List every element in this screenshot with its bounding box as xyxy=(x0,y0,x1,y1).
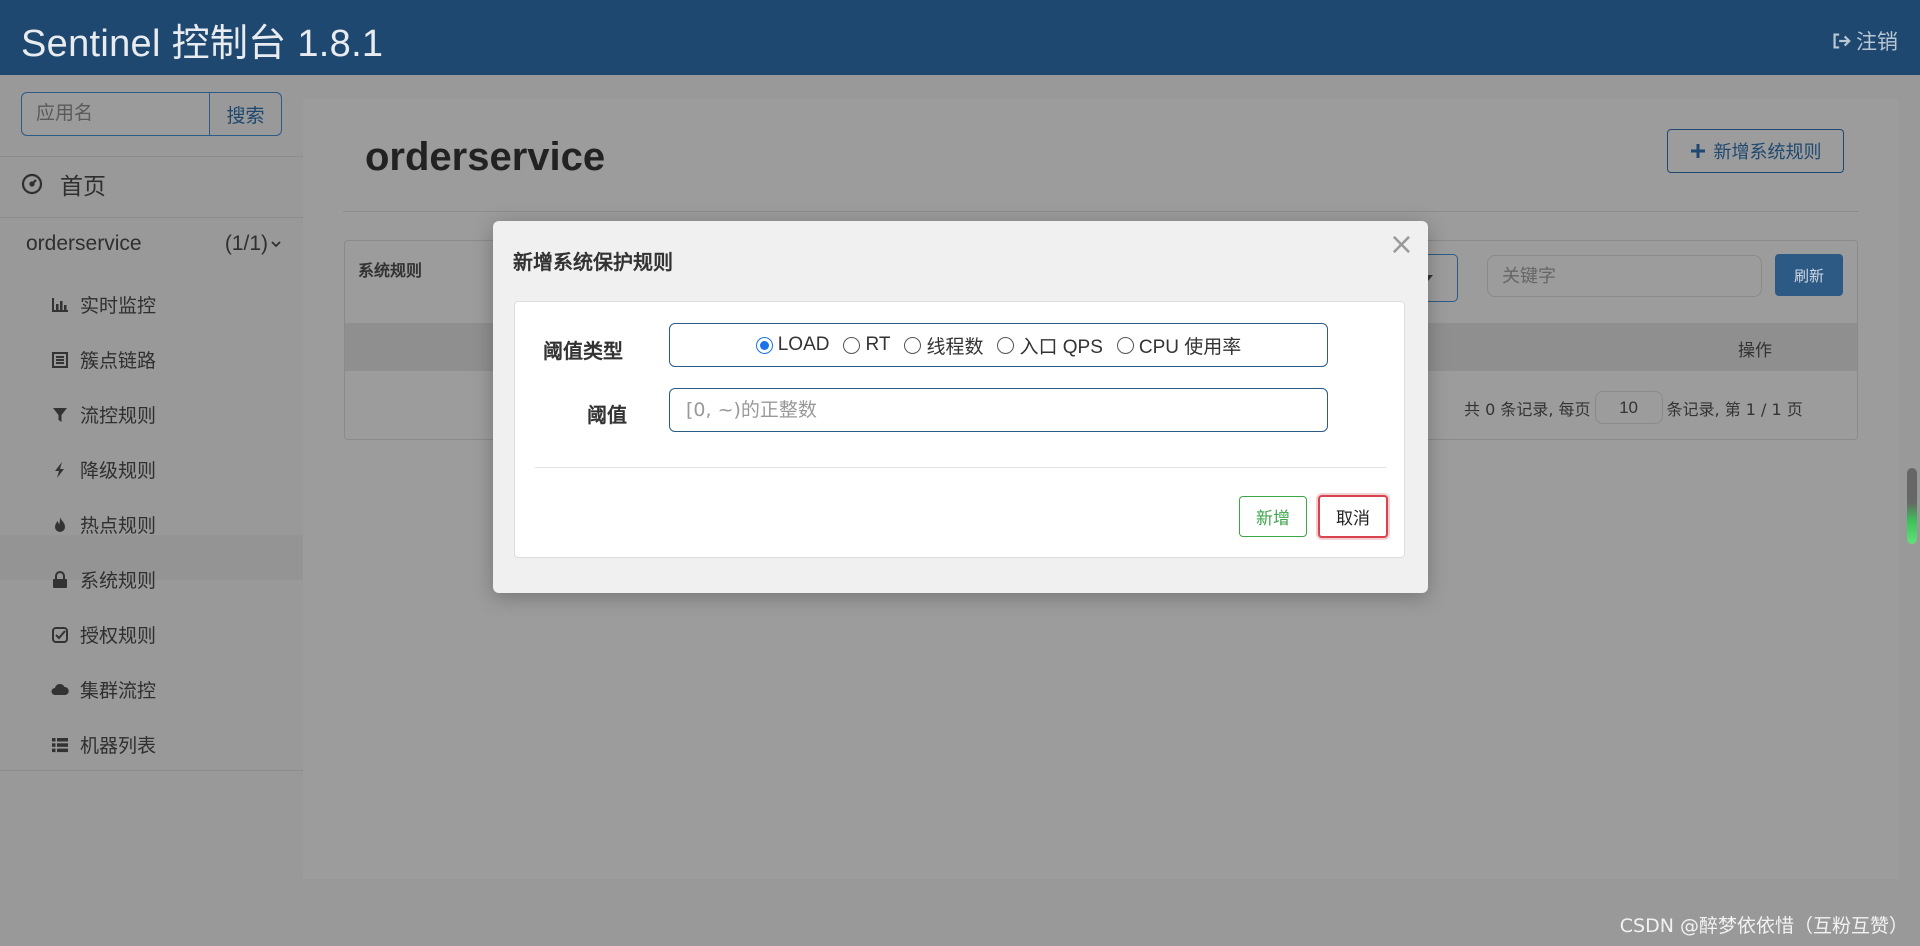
lock-icon xyxy=(53,570,67,588)
watermark-text: CSDN @醉梦依依惜（互粉互赞） xyxy=(1619,915,1908,937)
radio-label: RT xyxy=(865,334,891,355)
sidebar-item-label: 降级规则 xyxy=(80,461,157,482)
sidebar-divider xyxy=(0,156,303,157)
app-search: 搜索 xyxy=(21,92,282,136)
sign-out-icon xyxy=(1833,33,1851,49)
list-alt-icon xyxy=(52,351,68,368)
sidebar-item-label: 授权规则 xyxy=(80,626,157,647)
radio-button[interactable] xyxy=(904,336,922,354)
sidebar-item-machine-list[interactable]: 机器列表 xyxy=(50,731,156,758)
sidebar-item-degrade-rules[interactable]: 降级规则 xyxy=(50,456,156,483)
app-title[interactable]: Sentinel 控制台 1.8.1 xyxy=(21,12,383,67)
fire-icon xyxy=(55,516,65,532)
sidebar-item-cluster-link[interactable]: 簇点链路 xyxy=(50,346,156,373)
logout-label: 注销 xyxy=(1856,31,1898,54)
sidebar-item-label: 系统规则 xyxy=(80,571,157,592)
sidebar-item-hotspot-rules[interactable]: 热点规则 xyxy=(50,511,156,538)
sidebar-divider xyxy=(0,770,303,771)
app-instance-count: (1/1) xyxy=(224,232,268,255)
confirm-add-button[interactable]: 新增 xyxy=(1239,496,1307,537)
keyword-search-input[interactable] xyxy=(1487,255,1762,297)
sidebar-item-label: 热点规则 xyxy=(80,516,157,537)
logout-link[interactable]: 注销 xyxy=(1830,26,1898,56)
radio-option-rt[interactable]: RT xyxy=(843,334,890,356)
panel-title: 系统规则 xyxy=(358,261,423,280)
sidebar-item-home[interactable]: 首页 xyxy=(20,167,106,201)
app-name: orderservice xyxy=(26,232,142,255)
cancel-button[interactable]: 取消 xyxy=(1318,495,1388,538)
pagination-suffix: 条记录, 第 1 / 1 页 xyxy=(1666,399,1803,419)
sidebar-item-label: 实时监控 xyxy=(80,296,157,317)
threshold-type-radio-group: LOAD RT 线程数 入口 QPS CPU 使用率 xyxy=(669,323,1328,367)
radio-label: 线程数 xyxy=(926,336,984,358)
page-size-input[interactable] xyxy=(1594,391,1663,424)
app-search-button[interactable]: 搜索 xyxy=(209,92,282,136)
close-icon[interactable]: × xyxy=(1389,227,1414,262)
add-system-rule-dialog: 新增系统保护规则 × 阈值类型 LOAD RT 线程数 入口 QPS CPU 使… xyxy=(493,221,1428,593)
add-system-rule-button[interactable]: 新增系统规则 xyxy=(1667,129,1844,173)
sidebar-item-flow-rules[interactable]: 流控规则 xyxy=(50,401,156,428)
radio-button[interactable] xyxy=(1116,336,1134,354)
cloud-icon xyxy=(51,683,69,695)
dialog-form: 阈值类型 LOAD RT 线程数 入口 QPS CPU 使用率 阈值 [0, ~… xyxy=(514,301,1405,558)
radio-label: CPU 使用率 xyxy=(1138,336,1242,358)
radio-option-load[interactable]: LOAD xyxy=(755,334,830,356)
chevron-down-icon xyxy=(271,241,281,248)
sidebar-item-system-rules[interactable]: 系统规则 xyxy=(50,566,156,593)
filter-icon xyxy=(53,407,67,422)
sidebar-item-label: 机器列表 xyxy=(80,736,157,757)
add-system-rule-label: 新增系统规则 xyxy=(1713,142,1822,163)
column-header-operation: 操作 xyxy=(1738,341,1772,361)
radio-label: 入口 QPS xyxy=(1019,336,1103,358)
sidebar-item-authority-rules[interactable]: 授权规则 xyxy=(50,621,156,648)
sidebar-item-label: 簇点链路 xyxy=(80,351,157,372)
plus-icon xyxy=(1690,144,1705,158)
sidebar-item-label: 集群流控 xyxy=(80,681,157,702)
sidebar-item-label: 首页 xyxy=(60,173,106,199)
sidebar-item-cluster-flow[interactable]: 集群流控 xyxy=(50,676,156,703)
dashboard-icon xyxy=(21,173,43,195)
refresh-button[interactable]: 刷新 xyxy=(1775,254,1843,296)
radio-option-entry-qps[interactable]: 入口 QPS xyxy=(997,332,1103,359)
threshold-type-label: 阈值类型 xyxy=(543,339,623,363)
bar-chart-icon xyxy=(52,297,68,312)
sidebar-item-realtime-monitor[interactable]: 实时监控 xyxy=(50,291,156,318)
sidebar-divider xyxy=(0,217,303,218)
top-navbar: Sentinel 控制台 1.8.1 注销 xyxy=(0,0,1920,75)
radio-option-thread-count[interactable]: 线程数 xyxy=(904,332,983,359)
scroll-indicator[interactable] xyxy=(1907,468,1917,544)
flash-icon xyxy=(55,461,64,478)
sidebar-item-label: 流控规则 xyxy=(80,406,157,427)
radio-label: LOAD xyxy=(777,334,830,355)
dialog-divider xyxy=(535,467,1386,468)
pagination: 共 0 条记录, 每页 条记录, 第 1 / 1 页 xyxy=(1464,391,1803,424)
radio-option-cpu-usage[interactable]: CPU 使用率 xyxy=(1116,332,1242,359)
dialog-title: 新增系统保护规则 xyxy=(513,250,673,274)
threshold-label: 阈值 xyxy=(587,403,627,427)
app-search-input[interactable] xyxy=(21,92,209,136)
sidebar-app-orderservice[interactable]: orderservice (1/1) xyxy=(26,232,282,256)
check-square-icon xyxy=(52,626,68,643)
page-title: orderservice xyxy=(365,135,606,179)
radio-button[interactable] xyxy=(997,336,1015,354)
threshold-input[interactable] xyxy=(669,388,1328,432)
radio-button[interactable] xyxy=(843,336,861,354)
sidebar: 搜索 首页 orderservice (1/1) 实时监控 簇点链路 流控规则 … xyxy=(0,75,303,946)
title-divider xyxy=(343,211,1859,212)
pagination-prefix: 共 0 条记录, 每页 xyxy=(1464,399,1591,419)
radio-button[interactable] xyxy=(755,336,773,354)
list-icon xyxy=(52,737,68,752)
